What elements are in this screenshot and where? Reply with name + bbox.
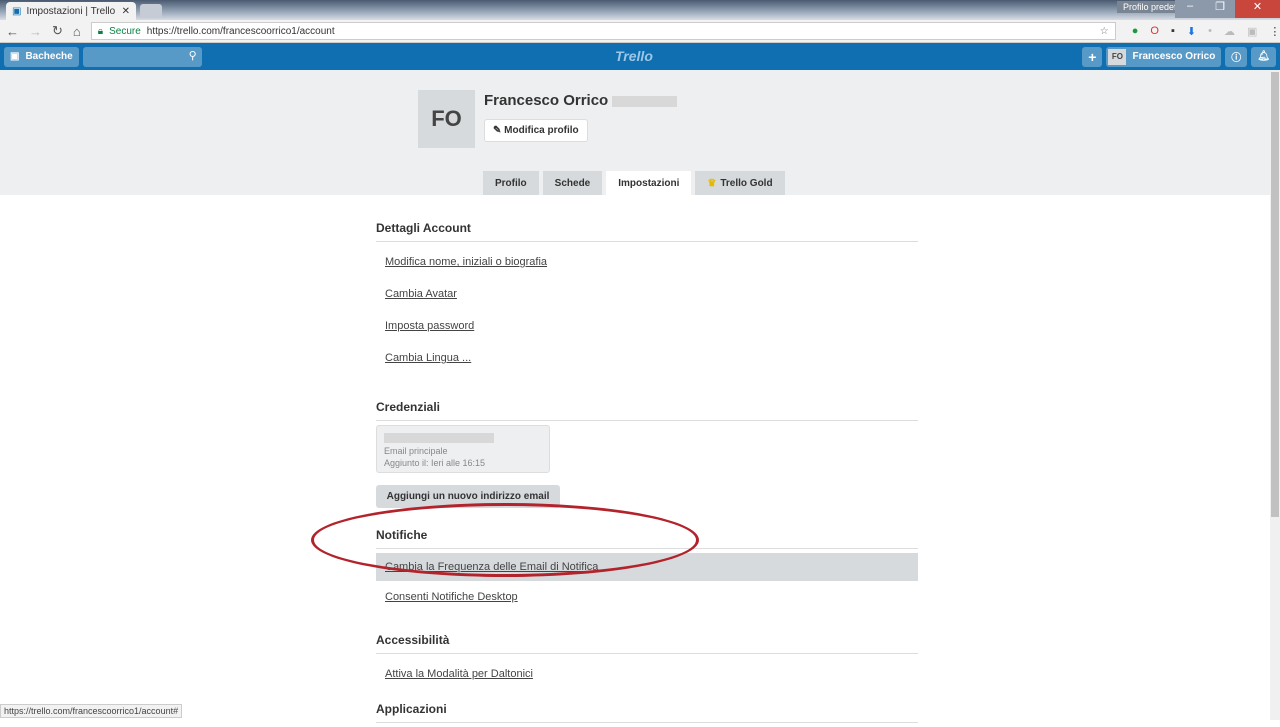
tab-profile[interactable]: Profilo xyxy=(483,171,539,195)
back-icon[interactable]: ← xyxy=(6,24,19,39)
cloud-icon[interactable]: ☁ xyxy=(1224,25,1235,38)
email-label: Email principale xyxy=(384,445,448,456)
profile-name: Francesco Orrico xyxy=(484,92,678,109)
add-email-button[interactable]: Aggiungi un nuovo indirizzo email xyxy=(376,485,560,508)
close-tab-icon[interactable]: ✕ xyxy=(122,6,130,17)
tab-boards[interactable]: Schede xyxy=(542,171,603,195)
maximize-icon[interactable]: ❐ xyxy=(1205,0,1235,18)
close-window-icon[interactable]: ✕ xyxy=(1235,0,1280,18)
info-icon[interactable]: ⓘ xyxy=(1225,46,1248,67)
reload-icon[interactable]: ↻ xyxy=(52,23,63,39)
section-title: Accessibilità xyxy=(376,633,918,654)
boards-icon: ▣ xyxy=(10,51,20,62)
minimize-icon[interactable]: – xyxy=(1175,0,1205,18)
download-icon[interactable]: ⬇ xyxy=(1187,25,1196,38)
extension-icon[interactable]: ▣ xyxy=(1247,25,1257,38)
menu-icon[interactable]: ⋮ xyxy=(1269,25,1280,38)
url-input[interactable]: 🔒︎ Secure https://trello.com/francescoorri… xyxy=(90,22,1116,40)
pencil-icon: ✎ xyxy=(493,125,505,136)
browser-tab[interactable]: ▣ Impostazioni | Trello ✕ xyxy=(6,2,136,20)
home-icon[interactable]: ⌂ xyxy=(73,24,81,39)
opera-icon[interactable]: O xyxy=(1150,25,1159,38)
crown-icon: ♛ xyxy=(707,177,717,189)
add-icon[interactable]: + xyxy=(1082,46,1103,67)
desktop-notifications-link[interactable]: Consenti Notifiche Desktop xyxy=(376,581,918,613)
boards-label: Bacheche xyxy=(25,51,73,62)
secure-label: Secure xyxy=(109,25,141,37)
user-menu-button[interactable]: FO Francesco Orrico xyxy=(1106,46,1222,67)
status-bar-url: https://trello.com/francescoorrico1/acco… xyxy=(0,704,183,718)
extension-icon[interactable]: ● xyxy=(1132,25,1139,38)
profile-header: FO Francesco Orrico ✎ Modifica profilo P… xyxy=(0,70,1280,195)
star-icon[interactable]: ☆ xyxy=(1100,26,1109,37)
extension-icon[interactable]: ▪ xyxy=(1171,25,1175,38)
colorblind-mode-link[interactable]: Attiva la Modalità per Daltonici xyxy=(376,658,918,690)
new-tab-button[interactable] xyxy=(140,4,162,18)
scrollbar-thumb[interactable] xyxy=(1271,72,1279,517)
address-bar-row: ← → ↻ ⌂ 🔒︎ Secure https://trello.com/franc… xyxy=(0,20,1280,43)
section-title: Dettagli Account xyxy=(376,221,918,242)
trello-favicon-icon: ▣ xyxy=(12,5,22,17)
email-frequency-link[interactable]: Cambia la Frequenza delle Email di Notif… xyxy=(376,553,918,581)
trello-header: ▣ Bacheche ⚲ Trello + FO Francesco Orrico … xyxy=(0,43,1280,70)
edit-name-link[interactable]: Modifica nome, iniziali o biografia xyxy=(376,246,918,278)
email-card: Email principale Aggiunto il: Ieri alle 1… xyxy=(376,425,550,473)
tab-label: Trello Gold xyxy=(720,177,773,189)
edit-profile-label: Modifica profilo xyxy=(504,125,579,136)
user-name: Francesco Orrico xyxy=(1132,51,1216,62)
search-input[interactable]: ⚲ xyxy=(82,46,202,67)
boards-button[interactable]: ▣ Bacheche xyxy=(4,46,79,67)
settings-content: Dettagli Account Modifica nome, iniziali… xyxy=(376,195,918,727)
forward-icon[interactable]: → xyxy=(29,24,42,39)
extension-icon[interactable]: • xyxy=(1208,25,1212,38)
set-password-link[interactable]: Imposta password xyxy=(376,310,918,342)
profile-avatar: FO xyxy=(418,90,475,148)
avatar: FO xyxy=(1108,48,1127,65)
tab-settings[interactable]: Impostazioni xyxy=(606,171,692,195)
edit-profile-button[interactable]: ✎ Modifica profilo xyxy=(484,119,588,142)
change-avatar-link[interactable]: Cambia Avatar xyxy=(376,278,918,310)
section-title: Notifiche xyxy=(376,528,918,549)
scrollbar[interactable] xyxy=(1270,70,1280,720)
redacted-email xyxy=(384,432,494,443)
section-title: Credenziali xyxy=(376,400,918,421)
tab-title: Impostazioni | Trello xyxy=(26,5,116,17)
profile-name-text: Francesco Orrico xyxy=(484,92,609,109)
email-added: Aggiunto il: Ieri alle 16:15 xyxy=(384,457,486,468)
redacted-text xyxy=(612,95,678,107)
lock-icon: 🔒︎ xyxy=(97,25,104,37)
url-text: https://trello.com/francescoorrico1/acco… xyxy=(146,25,335,37)
browser-titlebar: ▣ Impostazioni | Trello ✕ Profilo predef..… xyxy=(0,0,1280,20)
search-icon: ⚲ xyxy=(188,49,197,62)
change-language-link[interactable]: Cambia Lingua ... xyxy=(376,342,918,374)
bell-icon[interactable]: 🔔︎ xyxy=(1251,46,1276,67)
trello-logo[interactable]: Trello xyxy=(615,48,653,64)
tab-trello-gold[interactable]: ♛ Trello Gold xyxy=(695,171,785,195)
